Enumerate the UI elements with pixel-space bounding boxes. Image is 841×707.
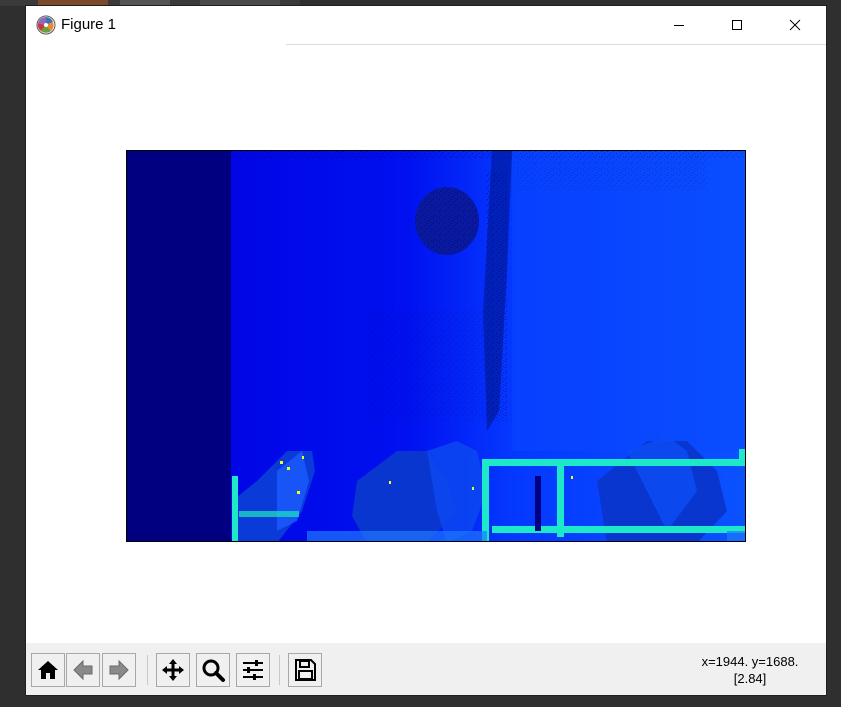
close-icon — [789, 19, 801, 31]
matplotlib-icon — [36, 15, 56, 35]
cursor-coordinate-readout: x=1944. y=1688. [2.84] — [610, 653, 810, 687]
back-button[interactable] — [66, 653, 100, 687]
image-axes[interactable] — [126, 150, 746, 542]
close-button[interactable] — [772, 6, 818, 44]
configure-subplots-button[interactable] — [236, 653, 270, 687]
figure-canvas[interactable] — [26, 45, 826, 643]
cursor-xy-text: x=1944. y=1688. — [701, 654, 799, 669]
pan-button[interactable] — [156, 653, 190, 687]
minimize-button[interactable] — [656, 6, 702, 44]
cyan-rail — [482, 459, 745, 466]
cursor-value-text: [2.84] — [733, 671, 767, 686]
zoom-magnifier-icon — [202, 659, 225, 682]
left-dark-region — [127, 151, 231, 541]
configure-subplots-icon — [243, 660, 263, 680]
figure-window: Figure 1 x=1944. y=1688. [2.84] — [26, 6, 826, 695]
pan-move-icon — [162, 659, 184, 681]
title-bar[interactable]: Figure 1 — [26, 6, 826, 44]
maximize-button[interactable] — [714, 6, 760, 44]
window-title: Figure 1 — [61, 16, 117, 33]
minimize-icon — [674, 25, 684, 26]
depth-image — [127, 151, 745, 541]
zoom-button[interactable] — [196, 653, 230, 687]
maximize-icon — [732, 20, 742, 30]
toolbar-separator — [279, 655, 280, 685]
toolbar-separator — [147, 655, 148, 685]
back-arrow-icon — [73, 659, 93, 681]
home-icon — [38, 661, 58, 679]
forward-arrow-icon — [109, 659, 129, 681]
save-button[interactable] — [288, 653, 322, 687]
desktop-background: Figure 1 x=1944. y=1688. [2.84] — [0, 0, 841, 707]
cyan-rail — [232, 476, 238, 541]
save-disk-icon — [295, 659, 316, 681]
home-button[interactable] — [31, 653, 65, 687]
navigation-toolbar: x=1944. y=1688. [2.84] — [26, 643, 826, 695]
forward-button[interactable] — [102, 653, 136, 687]
